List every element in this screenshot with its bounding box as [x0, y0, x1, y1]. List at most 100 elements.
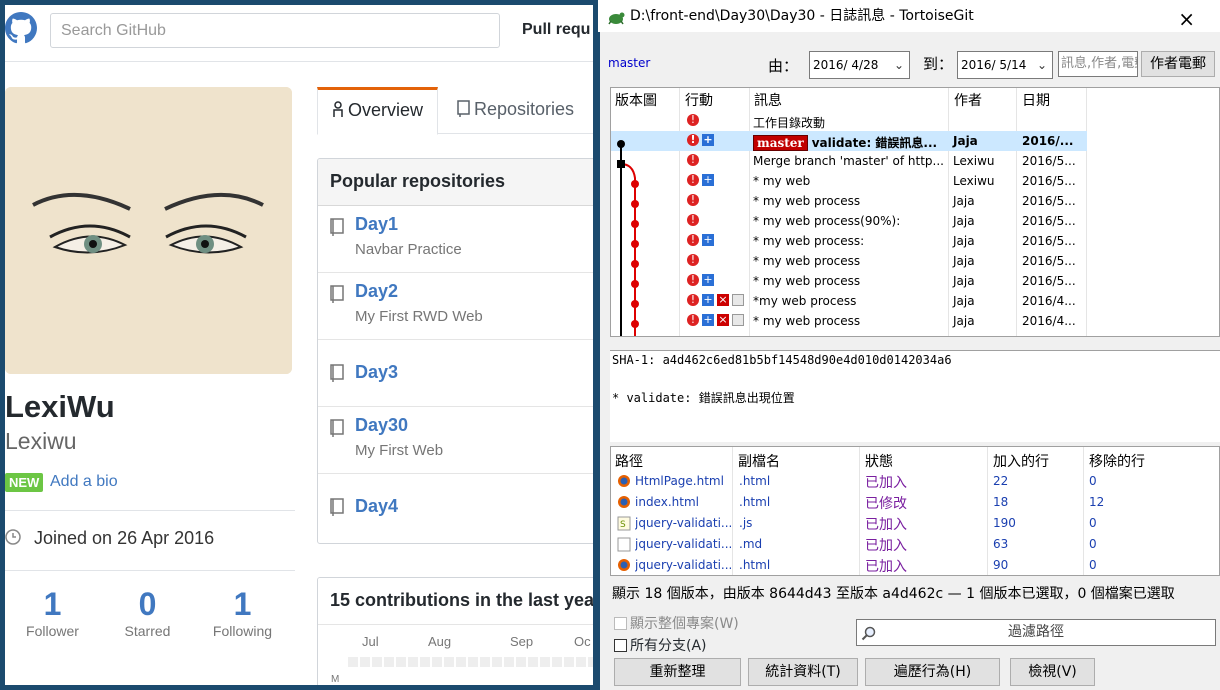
file-extension: .html [739, 474, 771, 488]
repo-item[interactable]: Day1 Navbar Practice [318, 206, 593, 273]
github-logo-icon[interactable] [5, 12, 37, 52]
deleted-icon: × [717, 293, 729, 306]
commit-row[interactable]: ! + × *my web process Jaja 2016/4... [611, 291, 1087, 311]
chevron-down-icon: ⌄ [893, 58, 904, 72]
all-branches-checkbox[interactable]: 所有分支(A) [614, 635, 707, 655]
modified-icon: ! [687, 274, 699, 286]
path-filter-input[interactable]: 過濾路徑 [856, 619, 1216, 646]
stat-starred[interactable]: 0 Starred [100, 587, 195, 639]
commit-log-list[interactable]: 版本圖 行動 訊息 作者 日期 ! 工作目錄改動! + master validate:… [610, 87, 1220, 337]
repo-item[interactable]: Day30 My First Web [318, 407, 593, 474]
added-icon: + [702, 313, 714, 326]
firefox-html-icon [617, 558, 631, 573]
checkbox-label: 所有分支(A) [630, 638, 707, 654]
repo-item[interactable]: Day2 My First RWD Web [318, 273, 593, 340]
walk-behaviour-button[interactable]: 遍歷行為(H) [865, 658, 1000, 686]
commit-message-text: * validate: 錯誤訊息出現位置 [612, 391, 795, 405]
commit-date: 2016/5... [1022, 174, 1076, 188]
file-path: jquery-validati... [635, 537, 731, 551]
show-whole-project-checkbox[interactable]: 顯示整個專案(W) [614, 613, 739, 633]
text-file-icon [617, 537, 631, 552]
commit-row[interactable]: ! + * my web process: Jaja 2016/5... [611, 231, 1087, 251]
column-status[interactable]: 狀態 [865, 451, 893, 471]
file-row[interactable]: jquery-validati... .md 已加入 63 0 [611, 534, 1219, 555]
column-author[interactable]: 作者 [954, 90, 982, 110]
repo-name-link[interactable]: Day4 [355, 496, 398, 517]
statistics-button[interactable]: 統計資料(T) [748, 658, 858, 686]
repo-name-link[interactable]: Day30 [355, 415, 408, 436]
file-path: HtmlPage.html [635, 474, 724, 488]
column-actions[interactable]: 行動 [685, 90, 713, 110]
file-path: jquery-validati... [635, 558, 731, 572]
repo-name-link[interactable]: Day3 [355, 362, 398, 383]
stat-label: Following [212, 623, 273, 639]
commit-row[interactable]: ! 工作目錄改動 [611, 111, 1087, 131]
repo-name-link[interactable]: Day1 [355, 214, 398, 235]
lines-added: 18 [993, 495, 1009, 509]
stat-followers[interactable]: 1 Follower [5, 587, 100, 639]
changed-files-list[interactable]: 路徑 副檔名 狀態 加入的行 移除的行 HtmlPage.html .html 已加… [610, 446, 1220, 576]
modified-icon: ! [687, 254, 699, 266]
file-row[interactable]: HtmlPage.html .html 已加入 22 0 [611, 471, 1219, 492]
search-filter-input[interactable]: 訊息,作者,電郵 [1058, 51, 1138, 77]
commit-date: 2016/5... [1022, 214, 1076, 228]
column-lines-added[interactable]: 加入的行 [993, 451, 1049, 471]
status-bar-text: 顯示 18 個版本，由版本 8644d43 至版本 a4d462c — 1 個版… [612, 586, 1175, 602]
commit-details-pane[interactable]: SHA-1: a4d462c6ed81b5bf14548d90e4d010d01… [610, 350, 1220, 442]
commit-row[interactable]: ! * my web process Jaja 2016/5... [611, 251, 1087, 271]
commit-row[interactable]: ! + master validate: 錯誤訊息... Jaja 2016/... [611, 131, 1087, 151]
path-filter-placeholder: 過濾路徑 [1008, 624, 1064, 640]
avatar[interactable] [5, 87, 292, 374]
filter-by-author-email-button[interactable]: 作者電郵 [1141, 51, 1215, 77]
file-row[interactable]: index.html .html 已修改 18 12 [611, 492, 1219, 513]
view-button[interactable]: 檢視(V) [1010, 658, 1095, 686]
commit-message-text: * my web process [753, 254, 861, 268]
added-icon: + [702, 233, 714, 246]
repo-name-link[interactable]: Day2 [355, 281, 398, 302]
commit-actions: ! + × [687, 294, 747, 308]
commit-message: * my web [753, 174, 945, 188]
file-path: index.html [635, 495, 699, 509]
to-date-picker[interactable]: 2016/ 5/14 ⌄ [957, 51, 1053, 79]
commit-author: Lexiwu [953, 174, 995, 188]
branch-link[interactable]: master [608, 56, 650, 70]
commit-row[interactable]: ! Merge branch 'master' of http... Lexiwu 2… [611, 151, 1087, 171]
new-badge: NEW [5, 473, 44, 492]
profile-username: Lexiwu [5, 428, 77, 454]
commit-message: * my web process [753, 314, 945, 328]
close-icon[interactable]: × [1178, 3, 1195, 35]
commit-row[interactable]: ! + × * my web process Jaja 2016/4... [611, 311, 1087, 331]
tab-overview[interactable]: Overview [317, 87, 439, 135]
repo-item[interactable]: Day4 [318, 474, 593, 541]
refresh-button[interactable]: 重新整理 [614, 658, 741, 686]
file-status: 已加入 [865, 559, 907, 575]
nav-pull-requests[interactable]: Pull requ [522, 21, 590, 39]
repo-item[interactable]: Day3 [318, 340, 593, 407]
stat-following[interactable]: 1 Following [195, 587, 290, 639]
commit-row[interactable]: ! + * my web Lexiwu 2016/5... [611, 171, 1087, 191]
commit-row[interactable]: ! * my web process Jaja 2016/5... [611, 191, 1087, 211]
commit-row[interactable]: ! + * my web process Jaja 2016/5... [611, 271, 1087, 291]
commit-message-text: * my web process [753, 314, 861, 328]
added-icon: + [702, 293, 714, 306]
column-date[interactable]: 日期 [1022, 90, 1050, 110]
github-search-input[interactable]: Search GitHub [50, 13, 500, 48]
column-message[interactable]: 訊息 [754, 90, 782, 110]
add-bio-link[interactable]: Add a bio [50, 473, 118, 491]
from-date-picker[interactable]: 2016/ 4/28 ⌄ [809, 51, 910, 79]
commit-actions: ! + × [687, 314, 747, 328]
file-status: 已加入 [865, 517, 907, 533]
checkbox-label: 顯示整個專案(W) [630, 616, 739, 632]
commit-actions: ! + [687, 234, 717, 248]
tab-repositories[interactable]: Repositories [443, 87, 588, 134]
file-row[interactable]: Sjquery-validati... .js 已加入 190 0 [611, 513, 1219, 534]
commit-row[interactable]: ! * my web process(90%): Jaja 2016/5... [611, 211, 1087, 231]
column-extension[interactable]: 副檔名 [738, 451, 780, 471]
file-row[interactable]: jquery-validati... .html 已加入 90 0 [611, 555, 1219, 575]
column-lines-removed[interactable]: 移除的行 [1089, 451, 1145, 471]
lines-removed: 12 [1089, 495, 1105, 509]
commit-date: 2016/4... [1022, 314, 1076, 328]
chevron-down-icon: ⌄ [1036, 58, 1047, 72]
stat-label: Follower [26, 623, 79, 639]
column-path[interactable]: 路徑 [615, 451, 643, 471]
